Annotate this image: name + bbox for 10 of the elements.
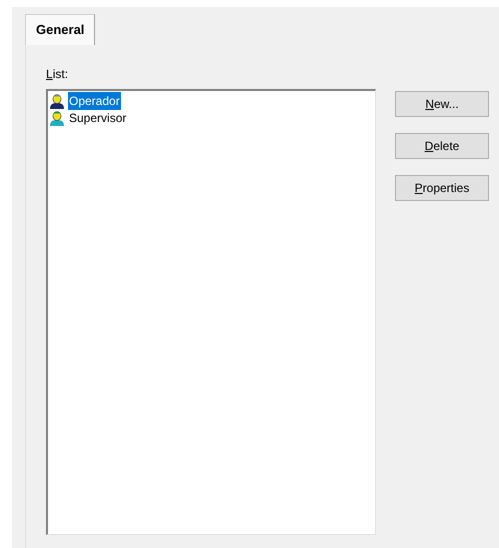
list-item[interactable]: Operador [49,92,375,109]
list-item[interactable]: Supervisor [49,109,375,126]
list-label: List: [46,66,70,83]
user-icon [49,92,65,108]
action-button[interactable]: New... [395,91,489,117]
action-button[interactable]: Delete [395,133,489,159]
tab[interactable]: General [25,14,96,45]
action-button[interactable]: Properties [395,175,489,201]
user-icon [49,110,65,126]
user-list[interactable]: Operador Supervisor [46,89,376,535]
